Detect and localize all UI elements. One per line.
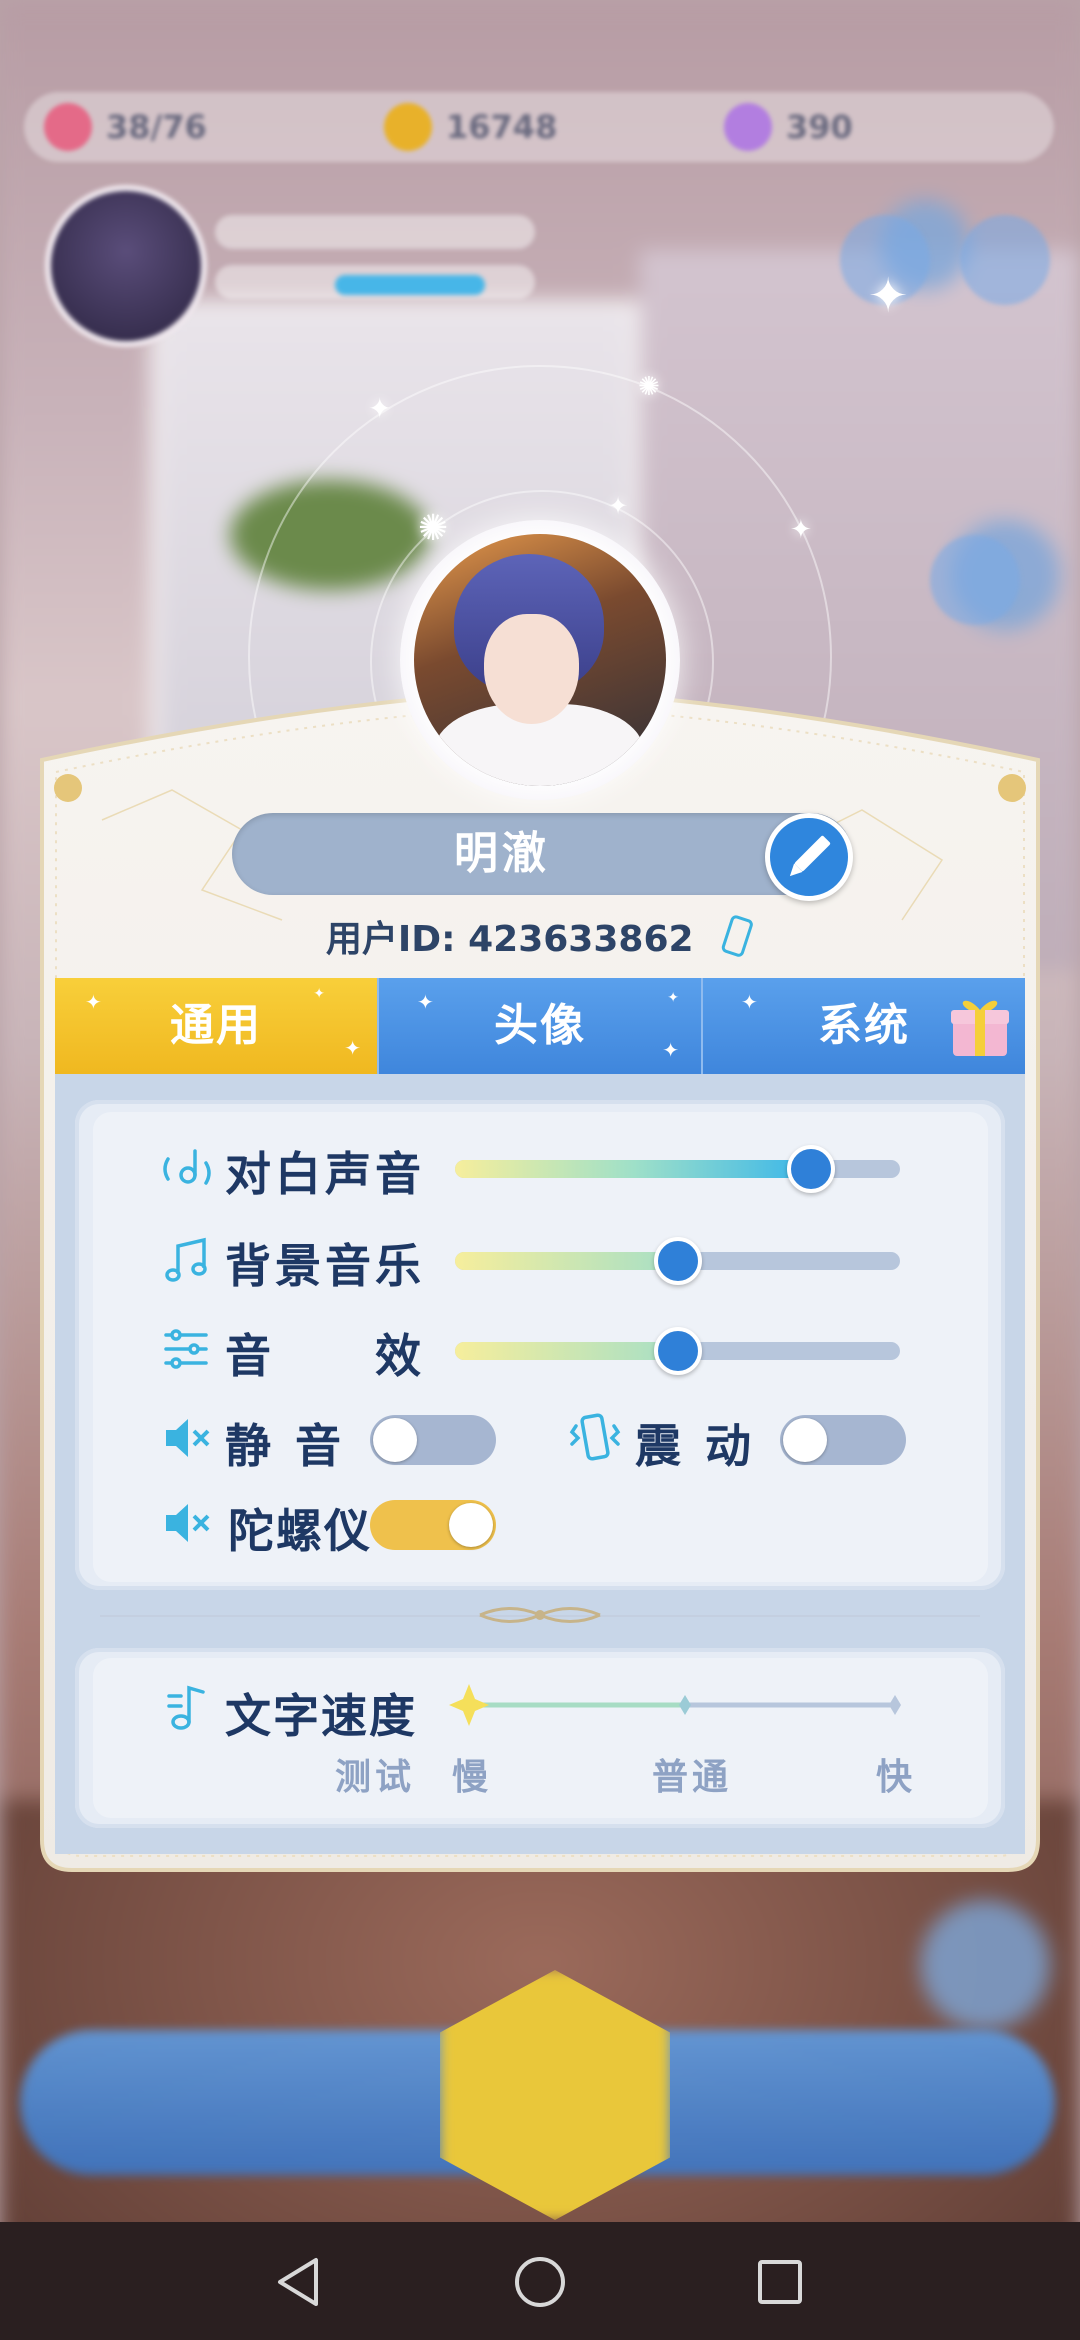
player-name: 明澈 (454, 828, 550, 879)
music-note-icon (165, 1682, 209, 1736)
sparkle-icon: ✦ (790, 515, 812, 545)
sparkle-icon: ✦ (608, 492, 629, 520)
side-icon-3 (930, 535, 1020, 625)
dialogue-voice-slider[interactable] (455, 1145, 900, 1193)
bgm-label: 背景音乐 (225, 1239, 425, 1293)
settings-tabs: 通用 ✦ ✦ ✦ 头像 ✦ ✦ ✦ 系统 ✦ (55, 978, 1025, 1074)
sparkle-icon: ✺ (418, 508, 449, 549)
vibration-icon (568, 1412, 622, 1466)
mini-avatar (45, 185, 207, 347)
home-icon[interactable] (510, 2252, 570, 2312)
profile-avatar[interactable] (400, 520, 680, 800)
stamina-counter: 38/76 (24, 103, 364, 151)
user-id-value: 423633862 (468, 919, 694, 960)
speed-option-slow[interactable]: 慢 (452, 1748, 492, 1800)
bgm-slider-knob[interactable] (653, 1237, 702, 1285)
sparkle-icon: ✦ (313, 986, 327, 1002)
sparkle-icon: ✦ (368, 392, 392, 425)
voice-wave-icon (160, 1145, 216, 1197)
dialogue-voice-label: 对白声音 (225, 1147, 425, 1201)
speaker-muted-icon (162, 1500, 212, 1550)
vibration-toggle[interactable] (780, 1415, 906, 1465)
speaker-muted-icon (162, 1415, 212, 1465)
ornament-icon (479, 1607, 601, 1623)
text-speed-slider[interactable] (445, 1680, 915, 1730)
tab-label: 通用 (170, 1000, 262, 1051)
vibration-label: 震 动 (635, 1419, 756, 1473)
user-id-row: 用户ID: 423633862 (0, 910, 1080, 968)
side-icon-2 (960, 215, 1050, 305)
tab-label: 系统 (818, 1000, 910, 1051)
speed-marker-slow-selected[interactable] (449, 1684, 489, 1726)
diamond-icon (724, 103, 772, 151)
tab-system[interactable]: 系统 ✦ (701, 978, 1025, 1074)
sparkle-icon: ✦ (662, 1038, 681, 1062)
sparkle-icon: ✦ (417, 990, 436, 1014)
mute-label: 静 音 (225, 1419, 346, 1473)
speed-option-fast[interactable]: 快 (876, 1748, 916, 1800)
sound-effects-label: 音 效 (225, 1329, 425, 1383)
stamina-value: 38/76 (106, 108, 207, 146)
sparkle-icon: ✦ (741, 990, 760, 1014)
sparkle-icon: ✦ (344, 1036, 363, 1060)
diamond-counter: 390 (704, 103, 1044, 151)
copy-id-icon[interactable] (720, 914, 754, 968)
bgm-slider[interactable] (455, 1237, 900, 1285)
gold-counter: 16748 (364, 103, 704, 151)
sparkle-icon: ✺ (638, 372, 660, 402)
resource-bar: 38/76 16748 390 (24, 92, 1054, 162)
speed-marker-normal[interactable] (679, 1695, 691, 1715)
stamina-icon (44, 103, 92, 151)
recents-icon[interactable] (750, 2252, 810, 2312)
mini-profile (45, 185, 565, 347)
sparkle-icon: ✦ (85, 990, 104, 1014)
tab-general[interactable]: 通用 ✦ ✦ ✦ (55, 978, 377, 1074)
text-speed-test-button[interactable]: 测试 (335, 1748, 415, 1800)
edit-name-button[interactable] (765, 813, 853, 901)
dialogue-voice-slider-knob[interactable] (787, 1145, 835, 1193)
avatar-image (414, 534, 666, 786)
player-name-bar: 明澈 (232, 813, 852, 895)
user-id-label: 用户ID: (325, 919, 456, 960)
mute-toggle[interactable] (370, 1415, 496, 1465)
sparkle-icon: ✦ (868, 268, 909, 324)
gyroscope-label: 陀螺仪 (228, 1504, 372, 1558)
pencil-icon (789, 835, 831, 877)
equalizer-icon (162, 1325, 210, 1377)
system-navigation-bar (0, 2222, 1080, 2340)
diamond-value: 390 (786, 108, 853, 146)
tab-label: 头像 (494, 1000, 586, 1051)
gold-coin-icon (384, 103, 432, 151)
sparkle-icon: ✦ (667, 990, 681, 1006)
tab-avatar[interactable]: 头像 ✦ ✦ ✦ (377, 978, 701, 1074)
sound-effects-slider-knob[interactable] (653, 1327, 702, 1375)
speed-marker-fast[interactable] (889, 1695, 901, 1715)
gold-value: 16748 (446, 108, 558, 146)
speed-option-normal[interactable]: 普通 (652, 1748, 732, 1800)
back-icon[interactable] (270, 2252, 330, 2312)
sound-effects-slider[interactable] (455, 1327, 900, 1375)
text-speed-label: 文字速度 (225, 1689, 417, 1743)
gyroscope-toggle[interactable] (370, 1500, 496, 1550)
music-note-icon (162, 1236, 212, 1290)
